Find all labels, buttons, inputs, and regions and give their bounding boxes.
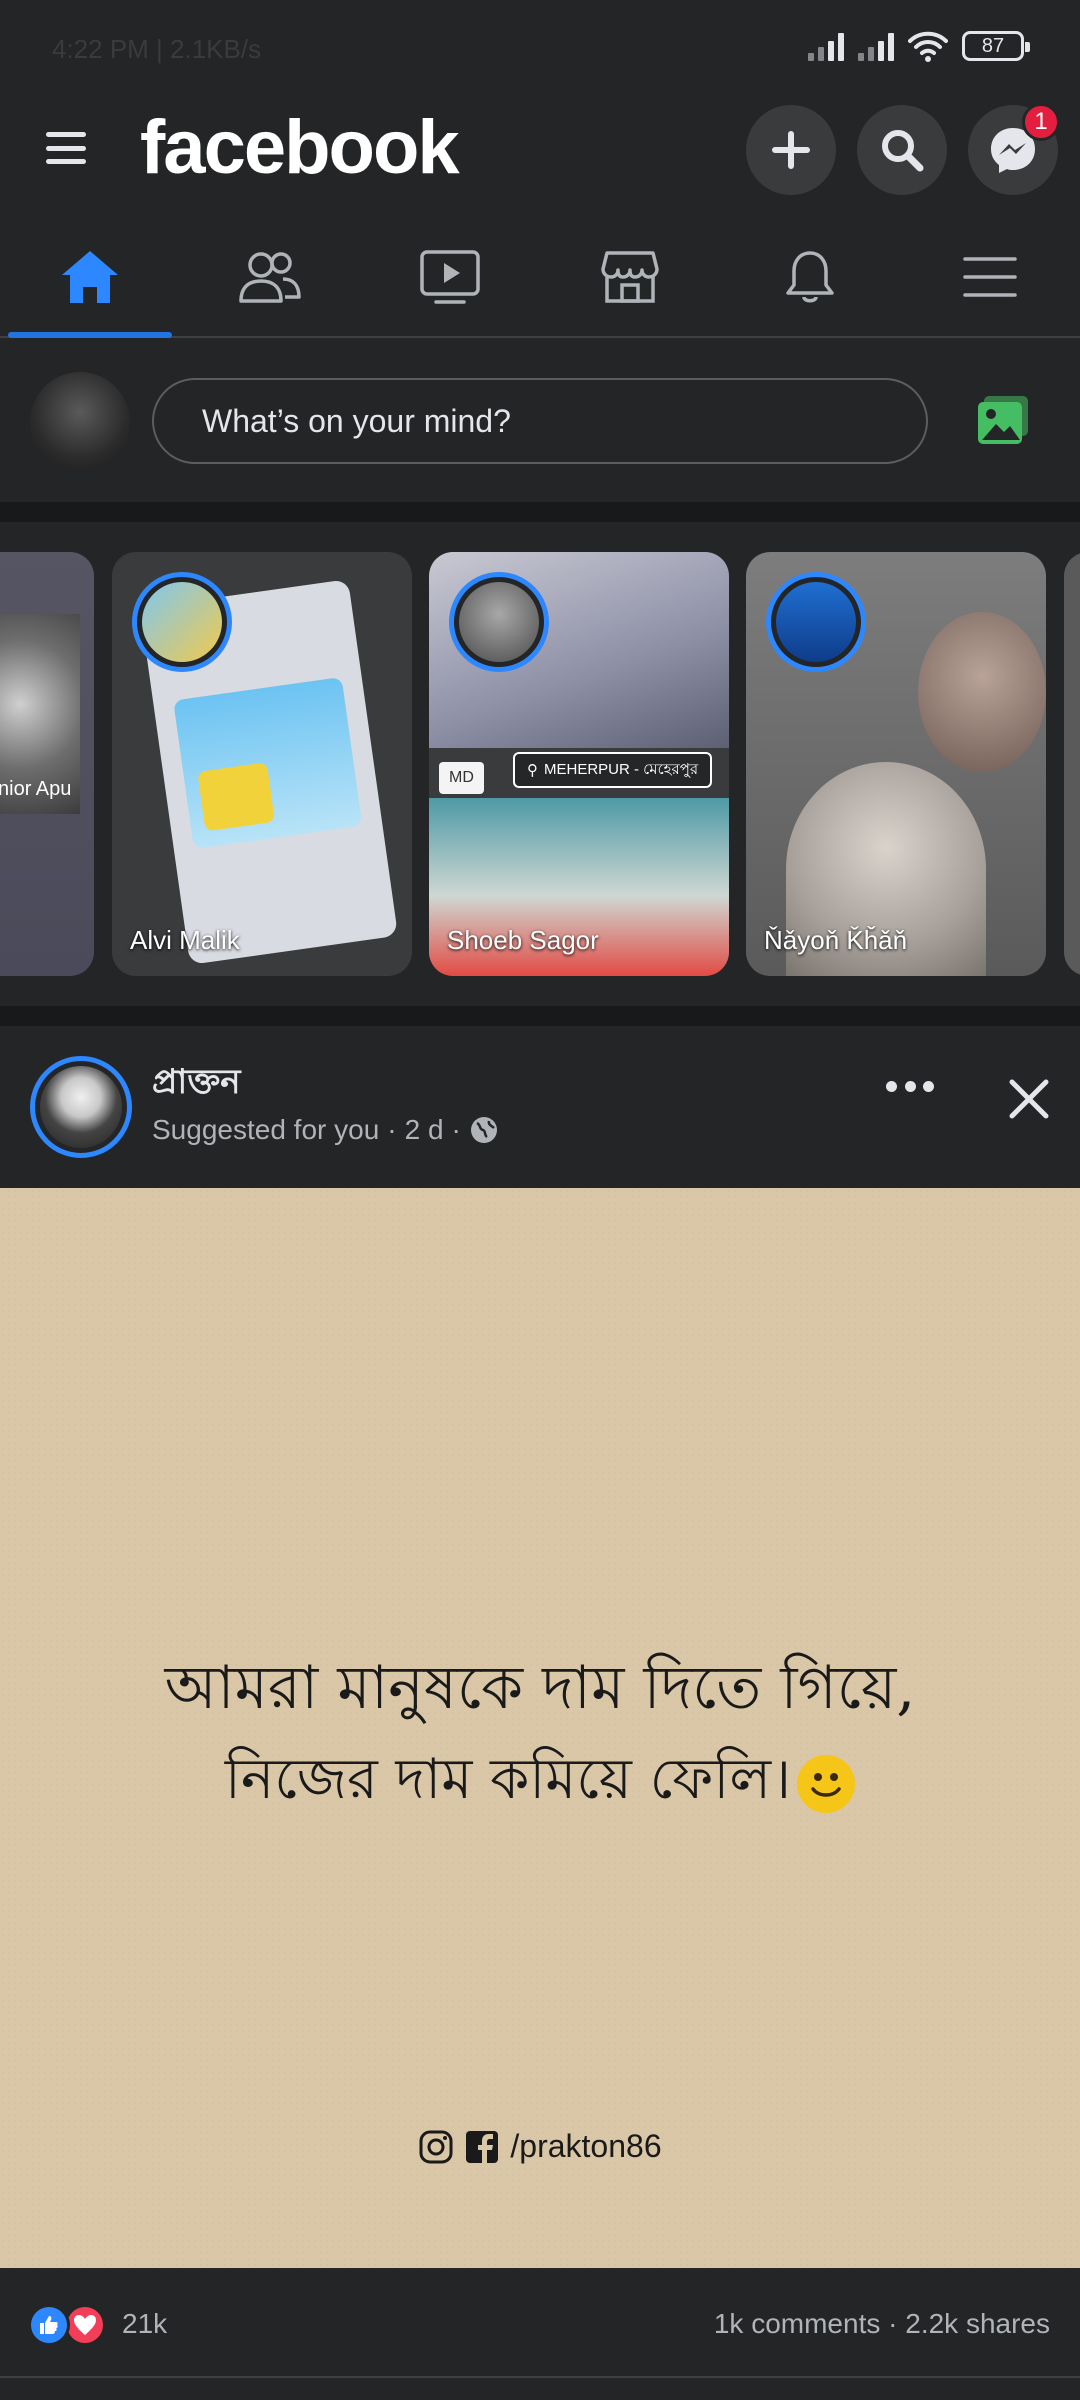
story-card[interactable]: MD ⚲ MEHERPUR - মেহেরপুর Shoeb Sagor	[429, 552, 729, 976]
engagement-stats: 1k comments · 2.2k shares	[713, 2308, 1050, 2339]
marketplace-icon	[601, 251, 659, 303]
post-meta: Suggested for you · 2 d ·	[152, 1114, 499, 1146]
tab-watch[interactable]	[360, 218, 540, 336]
post-image[interactable]: আমরা মানুষকে দাম দিতে গিয়ে, নিজের দাম ক…	[0, 1188, 1080, 2268]
story-location: ⚲ MEHERPUR - মেহেরপুর	[513, 752, 713, 788]
battery-icon: 87	[962, 31, 1030, 61]
video-icon	[420, 250, 480, 304]
menu-icon[interactable]	[46, 128, 86, 168]
story-name: Alvi Malik	[130, 925, 240, 955]
photo-icon[interactable]	[976, 394, 1032, 446]
story-avatar	[766, 572, 866, 672]
status-icons: 87	[808, 30, 1030, 62]
reaction-count[interactable]: 21k	[122, 2308, 167, 2340]
post-author[interactable]: প্রাক্তন	[152, 1056, 241, 1113]
home-icon	[62, 251, 118, 303]
plus-icon	[772, 131, 810, 169]
status-input[interactable]: What’s on your mind?	[152, 378, 928, 464]
messenger-button[interactable]: 1	[968, 103, 1060, 195]
search-button[interactable]	[857, 105, 947, 195]
post-avatar[interactable]	[30, 1056, 132, 1158]
menu-lines-icon	[963, 257, 1017, 297]
tab-friends[interactable]	[180, 218, 360, 336]
composer: What’s on your mind?	[0, 338, 1080, 502]
story-card[interactable]	[1064, 552, 1080, 976]
reaction-icons[interactable]	[28, 2304, 106, 2346]
create-button[interactable]	[746, 105, 836, 195]
comments-count[interactable]: 1k comments	[714, 2308, 881, 2339]
close-icon[interactable]	[1006, 1076, 1052, 1122]
bell-icon	[786, 251, 834, 303]
signal-icon-2	[858, 31, 894, 61]
battery-level: 87	[981, 34, 1005, 57]
tab-notifications[interactable]	[720, 218, 900, 336]
stories-tray: nior Apu Alvi Malik MD ⚲ MEHERPUR - মেহে…	[0, 522, 1080, 1006]
status-input-placeholder: What’s on your mind?	[202, 402, 511, 439]
story-tag: MD	[439, 762, 484, 794]
instagram-icon	[419, 2130, 453, 2163]
suggested-label: Suggested for you	[152, 1114, 380, 1145]
friends-icon	[239, 252, 301, 303]
facebook-logo: facebook	[140, 105, 460, 190]
quote-line-2-text: নিজের দাম কমিয়ে ফেলি।	[224, 1747, 792, 1812]
reactions-bar: 21k 1k comments · 2.2k shares	[0, 2268, 1080, 2378]
story-avatar	[449, 572, 549, 672]
location-pin-icon: ⚲	[527, 762, 538, 779]
quote-line-2: নিজের দাম কমিয়ে ফেলি।	[0, 1736, 1080, 1830]
globe-icon	[470, 1117, 497, 1143]
handle-text: /prakton86	[510, 2128, 662, 2164]
story-name: nior Apu	[0, 778, 72, 800]
search-icon	[882, 130, 924, 172]
signal-icon	[808, 31, 844, 61]
facebook-icon	[466, 2130, 499, 2163]
wifi-icon	[908, 31, 948, 62]
section-divider	[0, 1006, 1080, 1026]
shares-count[interactable]: 2.2k shares	[905, 2308, 1050, 2339]
story-name: Ňǎyoň Ǩȟǎň	[764, 925, 908, 955]
story-avatar	[132, 572, 232, 672]
tab-marketplace[interactable]	[540, 218, 720, 336]
smile-emoji-icon	[797, 1754, 856, 1813]
post-handle: /prakton86	[0, 2128, 1080, 2165]
status-bar: 4:22 PM | 2.1KB/s 87	[0, 0, 1080, 92]
section-divider	[0, 502, 1080, 522]
tab-menu[interactable]	[900, 218, 1080, 336]
tab-home[interactable]	[0, 218, 180, 338]
status-time: 4:22 PM | 2.1KB/s	[52, 34, 262, 64]
story-name: Shoeb Sagor	[447, 925, 599, 955]
like-reaction-icon	[28, 2304, 70, 2346]
more-options-icon[interactable]	[886, 1076, 934, 1096]
story-card[interactable]: Alvi Malik	[112, 552, 412, 976]
story-card[interactable]: nior Apu	[0, 552, 94, 976]
story-location-text: MEHERPUR - মেহেরপুর	[544, 760, 699, 778]
post-time[interactable]: 2 d	[405, 1114, 444, 1146]
story-image-2	[918, 612, 1046, 772]
messenger-badge: 1	[1022, 103, 1060, 141]
app-header: facebook 1	[0, 92, 1080, 208]
nav-tabs	[0, 218, 1080, 338]
love-reaction-icon	[64, 2304, 106, 2346]
post-header: প্রাক্তন Suggested for you · 2 d ·	[0, 1026, 1080, 1188]
user-avatar[interactable]	[30, 372, 130, 472]
quote-line-1: আমরা মানুষকে দাম দিতে গিয়ে,	[164, 1653, 916, 1723]
story-card[interactable]: Ňǎyoň Ǩȟǎň	[746, 552, 1046, 976]
